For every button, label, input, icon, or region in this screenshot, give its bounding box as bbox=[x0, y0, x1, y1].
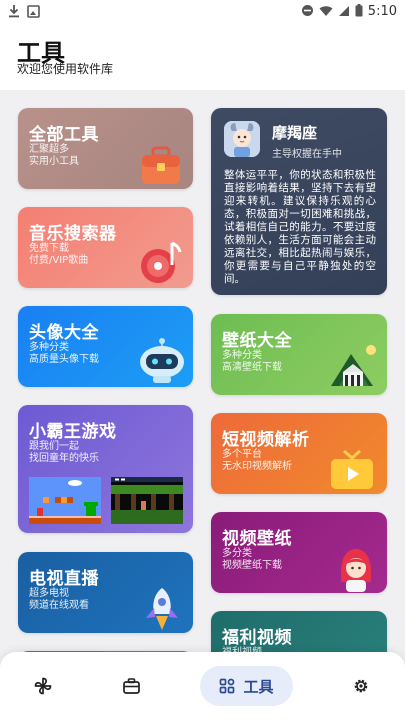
capricorn-avatar bbox=[224, 121, 260, 157]
download-icon bbox=[8, 3, 20, 22]
status-bar: 5:10 bbox=[0, 0, 405, 22]
card-live-tv[interactable]: 电视直播 超多电视 频道在线观看 bbox=[18, 552, 193, 633]
image-icon bbox=[27, 3, 40, 22]
tools-tab-label: 工具 bbox=[243, 677, 274, 696]
rocket-icon bbox=[142, 586, 182, 633]
card-music-search[interactable]: 音乐搜索器 免费下载 付费/VIP歌曲 bbox=[18, 207, 193, 288]
horoscope-text: 整体运平平，你的状态和积极性直接影响着结果，坚持下去有望迎来转机。建议保持乐观的… bbox=[224, 169, 376, 285]
game-screenshot-mario bbox=[29, 477, 101, 528]
tools-grid: 全部工具 汇聚超多 实用小工具 音乐搜索器 免费下载 付费/VIP歌曲 头像大全… bbox=[0, 90, 405, 720]
card-retro-games[interactable]: 小霸王游戏 跟我们一起 找回童年的快乐 bbox=[18, 405, 193, 533]
card-title: 小霸王游戏 bbox=[29, 422, 117, 442]
toolbox-icon bbox=[140, 146, 182, 189]
card-title: 视频壁纸 bbox=[222, 529, 292, 549]
card-horoscope[interactable]: 摩羯座 主导权握在手中 整体运平平，你的状态和积极性直接影响着结果，坚持下去有望… bbox=[211, 108, 387, 295]
horoscope-summary: 主导权握在手中 bbox=[272, 149, 342, 160]
robot-icon bbox=[136, 338, 188, 387]
bottom-nav: 工具 bbox=[0, 652, 405, 720]
card-title: 短视频解析 bbox=[222, 430, 310, 450]
page-subtitle: 欢迎您使用软件库 bbox=[17, 62, 114, 76]
card-wallpapers[interactable]: 壁纸大全 多种分类 高清壁纸下载 bbox=[211, 314, 387, 395]
tools-tab[interactable]: 工具 bbox=[200, 666, 293, 706]
signal-icon bbox=[338, 2, 350, 21]
card-desc: 超多电视 频道在线观看 bbox=[29, 588, 89, 611]
page-header: 工具 欢迎您使用软件库 bbox=[0, 22, 405, 90]
card-title: 头像大全 bbox=[29, 323, 99, 343]
grid-icon bbox=[220, 678, 235, 694]
card-desc: 多种分类 高清壁纸下载 bbox=[222, 350, 282, 373]
card-title: 电视直播 bbox=[29, 569, 99, 589]
settings-icon[interactable] bbox=[340, 666, 382, 706]
card-title: 福利视频 bbox=[222, 628, 292, 648]
card-title: 壁纸大全 bbox=[222, 331, 292, 351]
landscape-icon bbox=[329, 342, 381, 392]
card-desc: 多分类 视频壁纸下载 bbox=[222, 548, 282, 571]
card-desc: 汇聚超多 实用小工具 bbox=[29, 144, 79, 167]
card-all-tools[interactable]: 全部工具 汇聚超多 实用小工具 bbox=[18, 108, 193, 189]
clock: 5:10 bbox=[367, 4, 397, 19]
pinwheel-icon[interactable] bbox=[22, 666, 64, 706]
toolbox-nav-icon[interactable] bbox=[110, 666, 152, 706]
music-disc-icon bbox=[138, 239, 186, 288]
horoscope-name: 摩羯座 bbox=[272, 124, 318, 142]
card-desc: 多个平台 无水印视频解析 bbox=[222, 449, 292, 472]
dnd-icon bbox=[301, 2, 314, 21]
card-desc: 免费下载 付费/VIP歌曲 bbox=[29, 243, 89, 266]
game-screenshot-contra bbox=[111, 477, 183, 528]
battery-icon bbox=[355, 2, 363, 21]
card-title: 全部工具 bbox=[29, 125, 99, 145]
card-video-wallpaper[interactable]: 视频壁纸 多分类 视频壁纸下载 bbox=[211, 512, 387, 593]
wifi-icon bbox=[319, 2, 333, 21]
card-desc: 跟我们一起 找回童年的快乐 bbox=[29, 441, 99, 464]
card-desc: 多种分类 高质量头像下载 bbox=[29, 342, 99, 365]
card-avatars[interactable]: 头像大全 多种分类 高质量头像下载 bbox=[18, 306, 193, 387]
tv-play-icon bbox=[329, 449, 375, 494]
girl-icon bbox=[337, 546, 375, 593]
card-title: 音乐搜索器 bbox=[29, 224, 117, 244]
card-video-parse[interactable]: 短视频解析 多个平台 无水印视频解析 bbox=[211, 413, 387, 494]
